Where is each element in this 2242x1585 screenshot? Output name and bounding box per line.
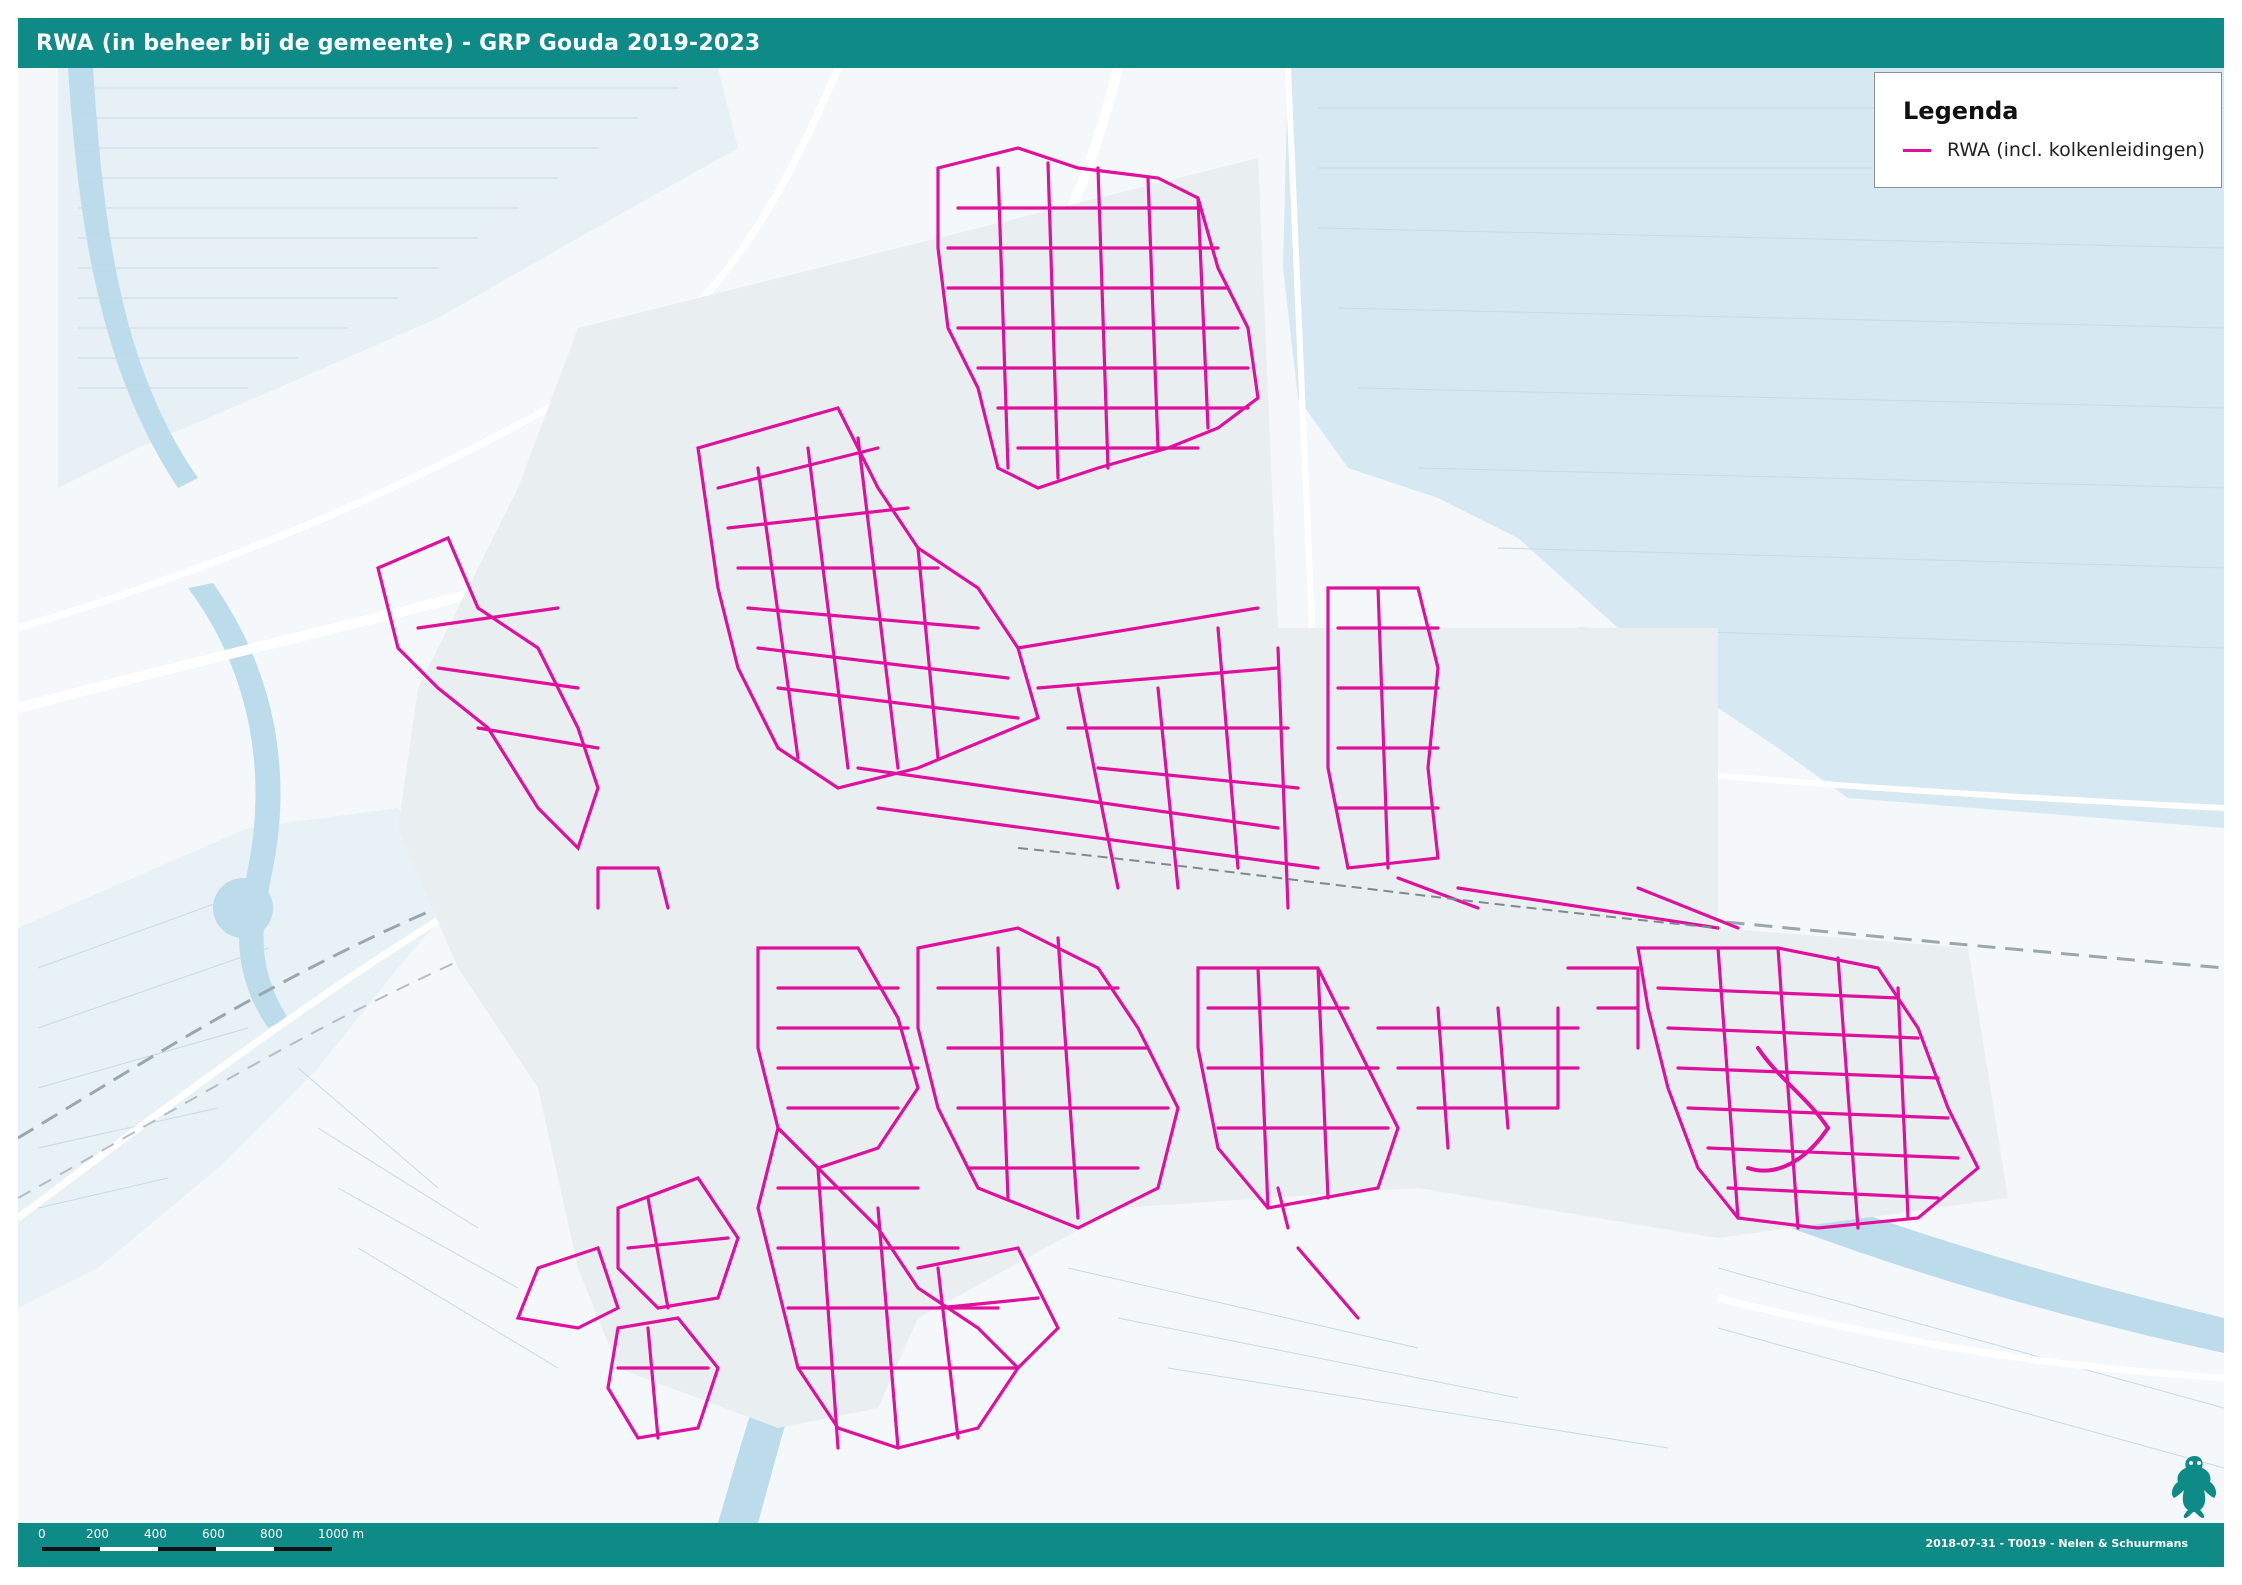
pond-west bbox=[213, 878, 273, 938]
scale-label-800: 800 bbox=[260, 1527, 283, 1541]
legend-title: Legenda bbox=[1903, 97, 2019, 125]
legend-box: Legenda RWA (incl. kolkenleidingen) bbox=[1874, 72, 2222, 188]
scale-segment-2 bbox=[100, 1547, 158, 1551]
scale-label-600: 600 bbox=[202, 1527, 225, 1541]
scale-segment-5 bbox=[274, 1547, 332, 1551]
scale-segment-3 bbox=[158, 1547, 216, 1551]
scale-segment-4 bbox=[216, 1547, 274, 1551]
legend-swatch-rwa bbox=[1903, 148, 1931, 152]
scale-segment-1 bbox=[42, 1547, 100, 1551]
map-canvas[interactable] bbox=[18, 68, 2224, 1523]
map-svg bbox=[18, 68, 2224, 1523]
map-title-bar: RWA (in beheer bij de gemeente) - GRP Go… bbox=[18, 18, 2224, 68]
scale-label-200: 200 bbox=[86, 1527, 109, 1541]
scale-bar: 0 200 400 600 800 1000 m bbox=[38, 1527, 368, 1563]
scale-label-0: 0 bbox=[38, 1527, 46, 1541]
map-title: RWA (in beheer bij de gemeente) - GRP Go… bbox=[36, 30, 761, 56]
frog-icon bbox=[2171, 1456, 2217, 1518]
legend-label-rwa: RWA (incl. kolkenleidingen) bbox=[1947, 139, 2205, 161]
scale-label-1000: 1000 m bbox=[318, 1527, 365, 1541]
footer-bar: 0 200 400 600 800 1000 m 2018-07-31 - T0… bbox=[18, 1523, 2224, 1567]
legend-item-rwa: RWA (incl. kolkenleidingen) bbox=[1903, 139, 2221, 161]
footer-credit: 2018-07-31 - T0019 - Nelen & Schuurmans bbox=[1925, 1537, 2188, 1550]
scale-label-400: 400 bbox=[144, 1527, 167, 1541]
